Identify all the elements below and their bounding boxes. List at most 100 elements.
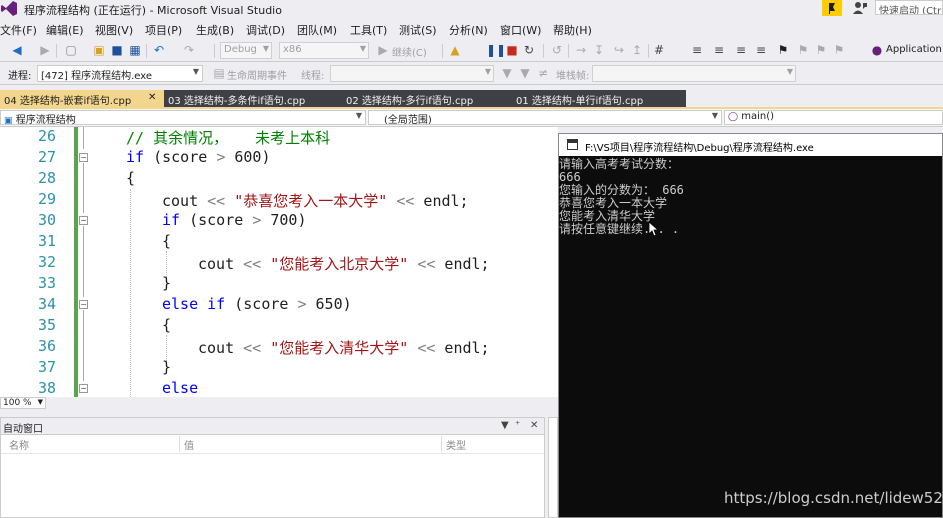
stack-frame-dropdown[interactable]: ▼ — [592, 65, 796, 82]
next-bookmark-icon[interactable]: ⚑ — [814, 43, 828, 57]
filter-threads-icon[interactable]: ▼ — [500, 66, 514, 80]
process-dropdown[interactable]: [472] 程序流程结构.exe ▼ — [37, 65, 203, 82]
menu-edit[interactable]: 编辑(E) — [46, 22, 84, 38]
collapse-inner-if-icon[interactable]: − — [79, 216, 88, 225]
restart-icon[interactable]: ↻ — [522, 43, 536, 57]
standard-toolbar: ◀ ▶ ▢ ▣ ■ ▦ ↶ ↷ Debug ▼ x86 ▼ ▶ 继续(C) ▲ ❚❚… — [0, 40, 943, 62]
show-next-statement-icon[interactable]: → — [574, 43, 588, 57]
line-number: 33 — [37, 274, 56, 292]
project-dropdown[interactable]: ▣ 程序流程结构 ▼ — [0, 110, 366, 125]
notification-flag-icon[interactable] — [822, 0, 842, 16]
tab-multi-condition-if[interactable]: 03 选择结构-多条件if语句.cpp — [164, 90, 342, 108]
continue-icon[interactable]: ▶ — [376, 43, 390, 57]
threads-icon[interactable]: ≡ — [690, 43, 704, 57]
line-number-gutter: 26 27 28 29 30 31 32 33 34 35 36 37 38 — [0, 127, 60, 397]
code-line-34: else if (score > 650) — [162, 295, 352, 313]
platform-dropdown[interactable]: x86 ▼ — [279, 42, 369, 59]
new-project-icon[interactable]: ▢ — [64, 43, 78, 57]
navigation-bar: ▣ 程序流程结构 ▼ (全局范围) ▼ ◯ main() — [0, 109, 943, 127]
performance-icon[interactable]: ▲ — [448, 43, 462, 57]
flag-threads-icon[interactable]: ▼ — [518, 66, 532, 80]
save-icon[interactable]: ■ — [110, 43, 124, 57]
line-number: 30 — [37, 211, 56, 229]
collapse-if-icon[interactable]: − — [79, 153, 88, 162]
step-over-icon[interactable]: ↪ — [612, 43, 626, 57]
column-type[interactable]: 类型 — [446, 437, 466, 452]
watermark-url: https://blog.csdn.net/lidew521 — [724, 489, 943, 507]
code-line-31: { — [162, 232, 172, 250]
feedback-person-icon[interactable] — [852, 1, 868, 15]
menu-tools[interactable]: 工具(T) — [350, 22, 387, 38]
uncomment-lines-icon[interactable]: ≡ — [734, 43, 748, 57]
undo-icon[interactable]: ↶ — [152, 43, 166, 57]
back-icon[interactable]: ◀ — [10, 43, 24, 57]
tab-multi-line-if[interactable]: 02 选择结构-多行if语句.cpp — [342, 90, 512, 108]
console-title-bar[interactable]: F:\VS项目\程序流程结构\Debug\程序流程结构.exe — [559, 134, 942, 156]
code-editor[interactable]: 26 27 28 29 30 31 32 33 34 35 36 37 38 −… — [0, 127, 558, 397]
pin-icon[interactable]: ⁺ — [515, 420, 520, 431]
forward-icon[interactable]: ▶ — [38, 43, 52, 57]
console-window[interactable]: F:\VS项目\程序流程结构\Debug\程序流程结构.exe 请输入高考考试分… — [558, 133, 943, 518]
hex-display-icon[interactable]: # — [652, 43, 666, 57]
code-line-32: cout << "您能考入北京大学" << endl; — [198, 255, 490, 273]
tab-single-line-if[interactable]: 01 选择结构-单行if语句.cpp — [512, 90, 686, 108]
window-position-icon[interactable]: ▼ — [501, 420, 509, 431]
open-file-icon[interactable]: ▣ — [92, 43, 106, 57]
code-line-38: else — [162, 379, 199, 397]
line-number: 35 — [37, 316, 56, 334]
stop-debugging-icon[interactable]: ■ — [505, 43, 519, 57]
menu-view[interactable]: 视图(V) — [95, 22, 133, 38]
external-code-icon[interactable]: ≠ — [536, 66, 550, 80]
menu-file[interactable]: 文件(F) — [0, 22, 37, 38]
save-all-icon[interactable]: ▦ — [128, 43, 142, 57]
function-icon: ◯ — [728, 112, 739, 122]
line-number: 26 — [37, 127, 56, 145]
column-name[interactable]: 名称 — [9, 437, 29, 452]
zoom-dropdown[interactable]: 100 % ▼ — [0, 397, 46, 409]
continue-button[interactable]: 继续(C) — [392, 44, 427, 59]
menu-team[interactable]: 团队(M) — [297, 22, 337, 38]
menu-build[interactable]: 生成(B) — [196, 22, 234, 38]
menu-analyze[interactable]: 分析(N) — [449, 22, 488, 38]
line-number: 29 — [37, 190, 56, 208]
hot-reload-icon[interactable]: ↺ — [550, 43, 564, 57]
tab-nested-if[interactable]: 04 选择结构-嵌套if语句.cpp ✕ — [0, 90, 164, 108]
console-app-icon — [567, 139, 578, 150]
thread-label: 线程: — [301, 71, 325, 82]
member-dropdown[interactable]: ◯ main() — [724, 110, 943, 125]
menu-bar: 文件(F) 编辑(E) 视图(V) 项目(P) 生成(B) 调试(D) 团队(M… — [0, 19, 943, 39]
bookmark-icon[interactable]: ⚑ — [776, 43, 790, 57]
close-tab-icon[interactable]: ✕ — [148, 92, 156, 103]
step-into-icon[interactable]: ↧ — [592, 43, 606, 57]
line-number: 36 — [37, 337, 56, 355]
scope-dropdown[interactable]: (全局范围) ▼ — [368, 110, 722, 125]
thread-dropdown[interactable]: ▼ — [330, 65, 494, 82]
comment-lines-icon[interactable]: ≡ — [712, 43, 726, 57]
quick-launch-input[interactable]: 快速启动 (Ctr — [875, 0, 943, 15]
prev-bookmark-icon[interactable]: ⚑ — [796, 43, 810, 57]
menu-help[interactable]: 帮助(H) — [553, 22, 592, 38]
title-bar: 程序流程结构 (正在运行) - Microsoft Visual Studio … — [0, 0, 943, 18]
menu-window[interactable]: 窗口(W) — [500, 22, 541, 38]
close-panel-icon[interactable]: ✕ — [530, 420, 538, 431]
indent-icon[interactable]: ≡ — [754, 43, 768, 57]
menu-project[interactable]: 项目(P) — [145, 22, 182, 38]
step-out-icon[interactable]: ↥ — [630, 43, 644, 57]
code-line-37: } — [162, 358, 172, 376]
application-insights-icon[interactable]: ● — [870, 43, 884, 57]
collapse-else-if-icon[interactable]: − — [79, 300, 88, 309]
lifecycle-events-label[interactable]: 生命周期事件 — [227, 67, 287, 82]
clear-bookmarks-icon[interactable]: ⚑ — [832, 43, 846, 57]
break-all-icon[interactable]: ❚❚ — [486, 43, 506, 57]
application-insights-button[interactable]: Application — [886, 44, 942, 55]
column-value[interactable]: 值 — [184, 437, 194, 452]
menu-test[interactable]: 测试(S) — [399, 22, 437, 38]
collapse-else-icon[interactable]: − — [79, 384, 88, 393]
stack-frame-label: 堆栈帧: — [556, 71, 590, 82]
redo-icon[interactable]: ↷ — [182, 43, 196, 57]
process-label: 进程: — [8, 71, 32, 82]
console-title: F:\VS项目\程序流程结构\Debug\程序流程结构.exe — [585, 143, 814, 154]
line-number: 32 — [37, 253, 56, 271]
menu-debug[interactable]: 调试(D) — [246, 22, 285, 38]
solution-config-dropdown[interactable]: Debug ▼ — [220, 42, 272, 59]
